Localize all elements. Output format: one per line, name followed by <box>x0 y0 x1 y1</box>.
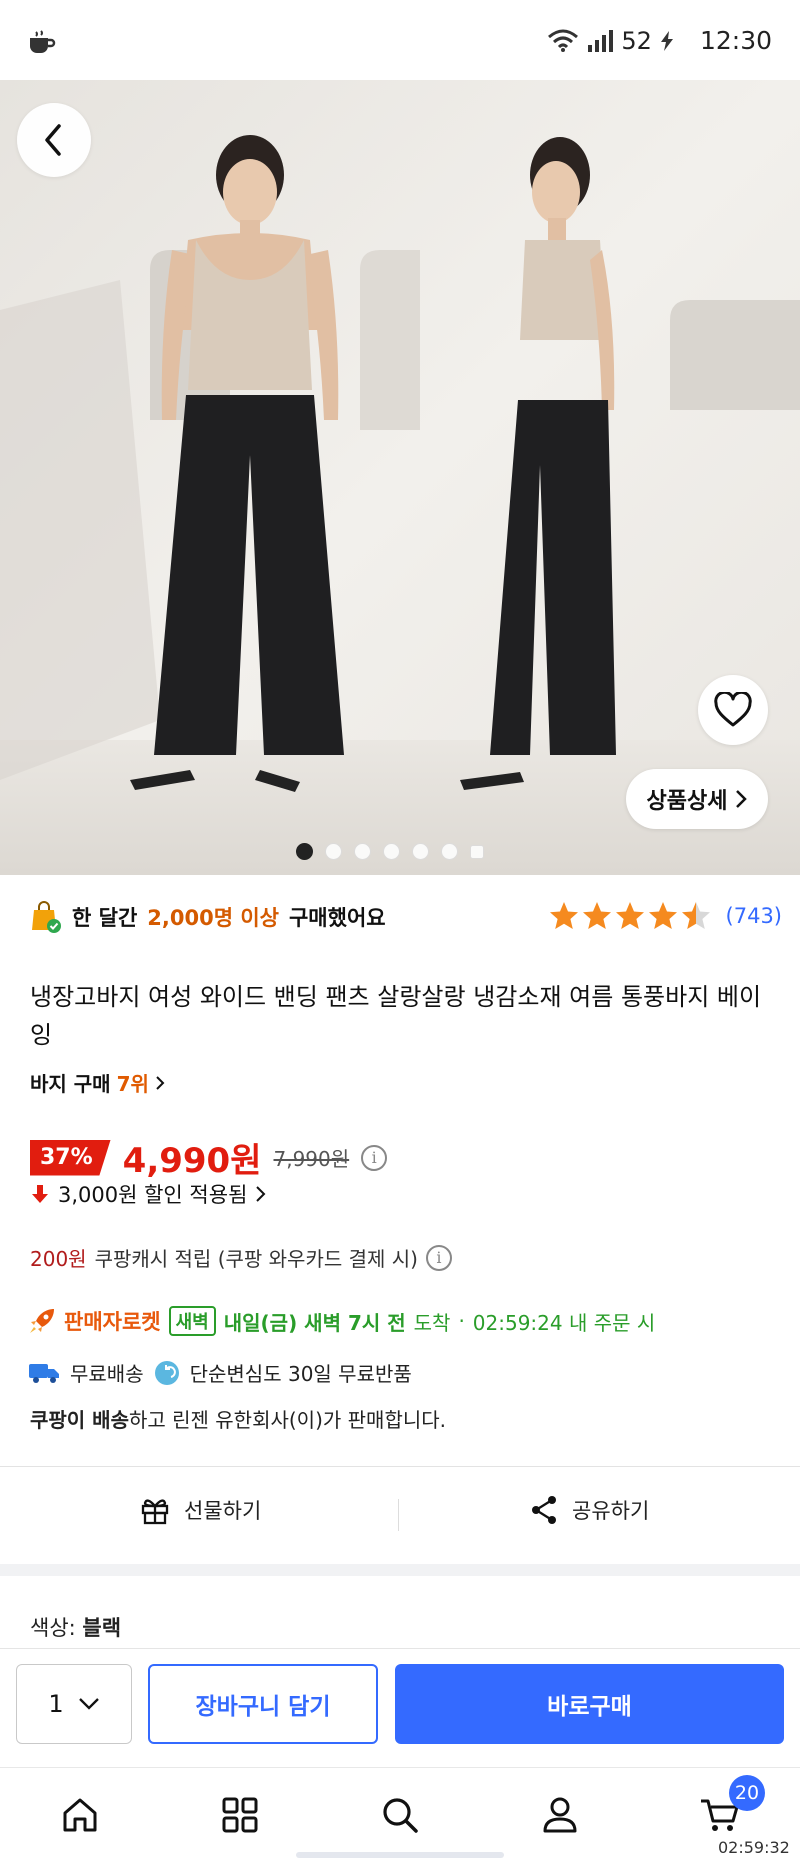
action-separator <box>398 1499 399 1531</box>
color-label: 색상: <box>30 1616 76 1640</box>
home-indicator <box>296 1852 504 1858</box>
timer-text: 02:59:32 <box>718 1838 790 1857</box>
delivery-day: 내일(금) 새벽 7시 전 <box>223 1310 406 1335</box>
gift-button[interactable]: 선물하기 <box>140 1495 261 1525</box>
arrow-down-icon <box>32 1185 48 1203</box>
info-icon[interactable]: i <box>361 1144 388 1171</box>
chevron-right-icon <box>736 790 748 808</box>
cash-reward: 200원 쿠팡캐시 적립 (쿠팡 와우카드 결제 시) i <box>30 1243 452 1272</box>
color-option: 색상: 블랙 <box>30 1612 121 1642</box>
price-row: 37% 4,990원 7,990원 i <box>30 1133 388 1182</box>
carousel-more-dot <box>470 844 484 859</box>
seller-info: 쿠팡이 배송하고 린젠 유한회사(이)가 판매합니다. <box>30 1404 446 1433</box>
product-photo <box>0 80 800 875</box>
clock-time: 12:30 <box>699 26 772 55</box>
rocket-icon <box>30 1309 54 1333</box>
cash-amount: 200원 <box>30 1247 87 1271</box>
grid-icon <box>222 1797 258 1833</box>
heart-icon <box>714 692 752 727</box>
purchase-note-prefix: 한 달간 <box>72 906 138 930</box>
purchase-note-count: 2,000명 이상 <box>147 906 279 930</box>
buy-bar: 1 장바구니 담기 바로구매 <box>0 1648 800 1766</box>
back-button[interactable] <box>17 103 91 177</box>
section-gap <box>0 1564 800 1576</box>
rank-label: 바지 구매 <box>30 1072 111 1096</box>
gift-icon <box>141 1499 169 1525</box>
dawn-delivery-tag: 새벽 <box>168 1306 216 1336</box>
return-icon <box>154 1360 179 1385</box>
gift-label: 선물하기 <box>184 1499 262 1523</box>
quantity-value: 1 <box>48 1690 64 1718</box>
battery-level: 52 <box>621 26 652 55</box>
chevron-right-icon <box>256 1186 266 1202</box>
rating-summary[interactable]: (743) <box>548 900 782 932</box>
carousel-dot[interactable] <box>412 843 429 860</box>
chevron-left-icon <box>45 124 61 156</box>
discount-applied[interactable]: 3,000원 할인 적용됨 <box>30 1179 267 1209</box>
product-detail-label: 상품상세 <box>646 789 728 814</box>
star-rating-icon <box>549 902 710 929</box>
buy-now-button[interactable]: 바로구매 <box>395 1664 784 1744</box>
purchase-note-suffix: 구매했어요 <box>288 906 386 930</box>
carousel-dot[interactable] <box>383 843 400 860</box>
shipping-return-info: 무료배송 단순변심도 30일 무료반품 <box>28 1358 412 1387</box>
nav-my-account[interactable] <box>535 1790 585 1840</box>
status-bar: 52 12:30 <box>0 0 800 80</box>
chevron-right-icon <box>156 1075 165 1090</box>
user-icon <box>543 1797 577 1833</box>
delivery-deadline: 02:59:24 내 주문 시 <box>472 1310 656 1335</box>
rank-value: 7위 <box>116 1072 149 1096</box>
free-return: 단순변심도 30일 무료반품 <box>189 1362 412 1386</box>
wifi-icon <box>548 29 579 52</box>
free-shipping: 무료배송 <box>70 1362 144 1386</box>
wishlist-button[interactable] <box>698 675 768 745</box>
delivery-word: 도착 <box>413 1310 451 1335</box>
truck-icon <box>29 1363 59 1383</box>
category-rank[interactable]: 바지 구매 7위 <box>30 1068 165 1097</box>
share-icon <box>532 1496 556 1524</box>
purchase-count-note: 한 달간 2,000명 이상 구매했어요 <box>30 900 386 934</box>
share-button[interactable]: 공유하기 <box>530 1495 649 1525</box>
chevron-down-icon <box>78 1698 99 1710</box>
carousel-dot[interactable] <box>441 843 458 860</box>
carousel-dot[interactable] <box>354 843 371 860</box>
separator: · <box>458 1309 465 1333</box>
action-bar: 선물하기 공유하기 <box>0 1469 800 1561</box>
rocket-brand: 판매자로켓 <box>64 1310 161 1334</box>
nav-categories[interactable] <box>215 1790 265 1840</box>
carousel-dot[interactable] <box>325 843 342 860</box>
search-icon <box>383 1798 418 1833</box>
discount-badge: 37% <box>30 1139 111 1176</box>
divider <box>0 1466 800 1467</box>
product-image-carousel[interactable] <box>0 80 800 875</box>
status-right: 52 12:30 <box>547 26 772 55</box>
carousel-dot[interactable] <box>296 843 313 860</box>
cart-count-badge: 20 <box>729 1775 765 1811</box>
cash-text: 쿠팡캐시 적립 (쿠팡 와우카드 결제 시) <box>94 1247 418 1271</box>
info-icon[interactable]: i <box>425 1244 452 1271</box>
product-detail-button[interactable]: 상품상세 <box>626 769 768 829</box>
color-value: 블랙 <box>82 1616 122 1640</box>
original-price: 7,990원 <box>273 1147 350 1171</box>
shopping-bag-check-icon <box>32 901 61 933</box>
nav-home[interactable] <box>55 1790 105 1840</box>
add-to-cart-button[interactable]: 장바구니 담기 <box>148 1664 378 1744</box>
share-label: 공유하기 <box>572 1499 650 1523</box>
charging-icon <box>660 30 673 51</box>
delivery-info: 판매자로켓 새벽 내일(금) 새벽 7시 전 도착 · 02:59:24 내 주… <box>28 1306 655 1336</box>
nav-search[interactable] <box>375 1790 425 1840</box>
seller-bold: 쿠팡이 배송 <box>30 1408 129 1432</box>
home-icon <box>63 1798 97 1832</box>
seller-text: 하고 린젠 유한회사(이)가 판매합니다. <box>128 1408 447 1432</box>
quantity-select[interactable]: 1 <box>16 1664 132 1744</box>
product-title: 냉장고바지 여성 와이드 밴딩 팬츠 살랑살랑 냉감소재 여름 통풍바지 베이잉 <box>30 983 762 1049</box>
discount-text: 3,000원 할인 적용됨 <box>58 1183 248 1207</box>
sale-price: 4,990원 <box>122 1141 262 1181</box>
coffee-app-icon <box>30 30 56 53</box>
signal-icon <box>588 29 614 52</box>
review-count[interactable]: (743) <box>726 904 782 928</box>
carousel-dots <box>296 843 484 860</box>
